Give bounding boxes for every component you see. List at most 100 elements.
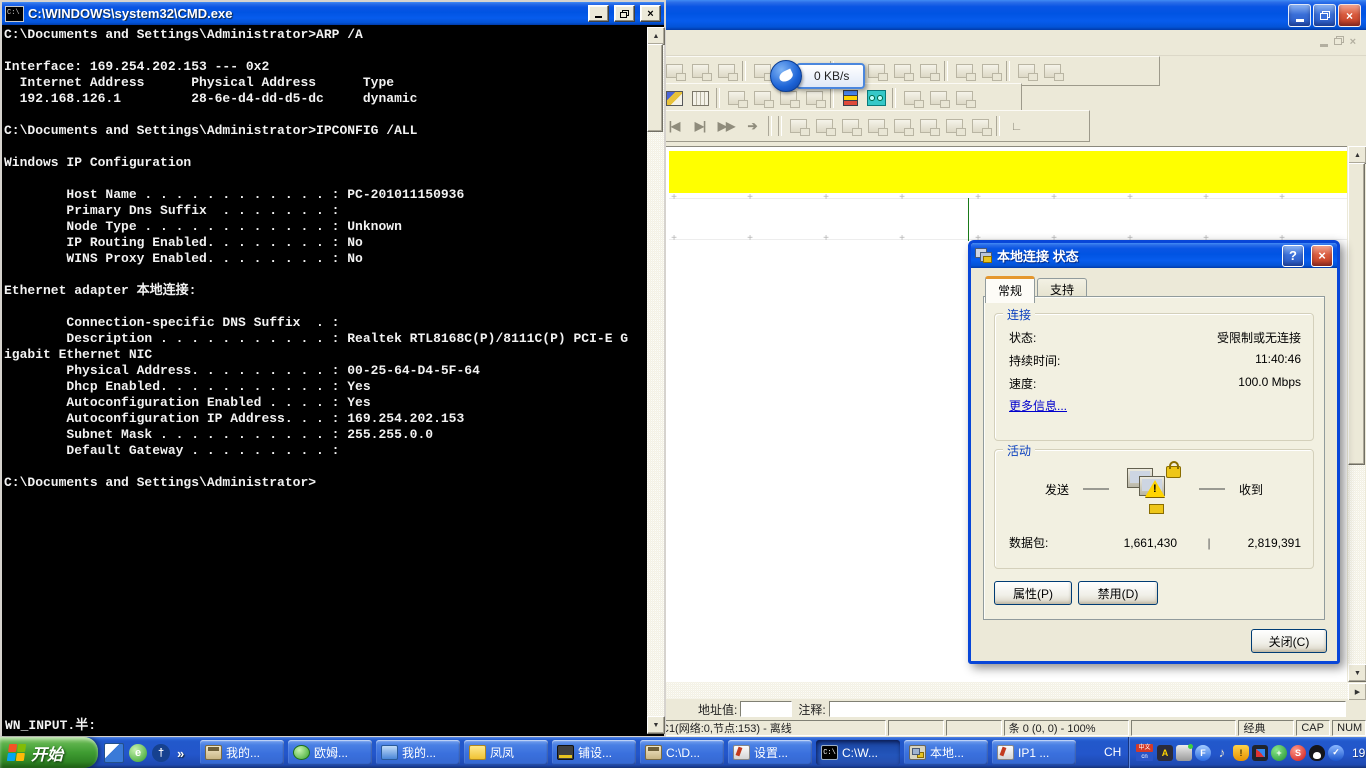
close-button[interactable]: 关闭(C) <box>1251 629 1327 653</box>
task-button-folder-d[interactable]: C:\D... <box>640 740 724 765</box>
scroll-down-button[interactable]: ▼ <box>1348 664 1366 682</box>
task-button-omron[interactable]: 欧姆... <box>288 740 372 765</box>
task-button-my-docs[interactable]: 我的... <box>200 740 284 765</box>
toolbar-icon[interactable] <box>811 116 837 137</box>
console-output[interactable]: C:\Documents and Settings\Administrator>… <box>4 27 644 491</box>
sogou-input-icon[interactable]: S <box>1290 745 1306 761</box>
task-button-layout[interactable]: 铺设... <box>552 740 636 765</box>
start-button[interactable]: 开始 <box>0 737 98 768</box>
toolbar-icon[interactable] <box>785 116 811 137</box>
quick-launch-browser-icon[interactable]: e <box>129 744 147 762</box>
cmd-scrollbar[interactable]: ▲ ▼ <box>647 27 664 734</box>
download-manager-icon[interactable]: ✓ <box>1328 745 1344 761</box>
monitor-view-icon[interactable] <box>863 88 889 109</box>
cmd-minimize-button[interactable] <box>588 5 609 22</box>
task-button-my-computer[interactable]: 我的... <box>376 740 460 765</box>
toolbar-icon[interactable] <box>863 116 889 137</box>
cmd-scroll-down-button[interactable]: ▼ <box>647 716 665 734</box>
sent-label: 发送 <box>1045 481 1069 498</box>
mdi-minimize-icon[interactable] <box>1320 44 1328 47</box>
task-button-local-connection[interactable]: 本地... <box>904 740 988 765</box>
run-fast-icon[interactable]: ▶▶ <box>713 116 739 137</box>
highlighted-network-row[interactable] <box>669 151 1347 193</box>
toolbar-icon[interactable] <box>951 61 977 82</box>
run-to-end-icon[interactable]: ➔ <box>739 116 765 137</box>
vertical-scroll-thumb[interactable] <box>1348 163 1365 465</box>
toolbar-icon[interactable] <box>977 61 1003 82</box>
cmd-restore-button[interactable] <box>614 5 635 22</box>
volume-icon[interactable]: ♪ <box>1214 745 1230 761</box>
toolbar-icon[interactable] <box>1013 61 1039 82</box>
language-indicator[interactable]: CH <box>1104 745 1121 759</box>
security-shield-icon[interactable]: ! <box>1233 745 1249 761</box>
scroll-up-button[interactable]: ▲ <box>1348 146 1366 164</box>
step-out-icon[interactable]: ▶| <box>687 116 713 137</box>
app-close-button[interactable]: × <box>1338 4 1361 27</box>
mdi-close-icon[interactable]: × <box>1350 36 1356 48</box>
close-icon: × <box>1346 9 1353 23</box>
speed-monitor-widget[interactable]: 0 KB/s <box>770 60 865 92</box>
comment-input[interactable] <box>829 701 1346 717</box>
toolbar-separator <box>1006 61 1010 81</box>
soft-keyboard-icon[interactable] <box>1176 745 1192 761</box>
toolbar-icon[interactable] <box>687 61 713 82</box>
mdi-window-controls: × <box>1320 36 1356 48</box>
toolbar-icon[interactable] <box>1039 61 1065 82</box>
cmd-scroll-thumb[interactable] <box>647 44 663 132</box>
task-button-cmd[interactable]: C:\ C:\W... <box>816 740 900 765</box>
toolbar-icon[interactable] <box>941 116 967 137</box>
properties-button[interactable]: 属性(P) <box>994 581 1072 605</box>
toolbar-icon[interactable] <box>925 88 951 109</box>
dialog-close-button[interactable]: × <box>1311 245 1333 267</box>
dialog-help-button[interactable]: ? <box>1282 245 1304 267</box>
toolbar-icon[interactable] <box>889 116 915 137</box>
qq-icon[interactable] <box>1309 745 1325 761</box>
cmd-titlebar[interactable]: C:\ C:\WINDOWS\system32\CMD.exe × <box>2 2 664 25</box>
ocr-tool-icon[interactable]: A <box>1157 745 1173 761</box>
app-minimize-button[interactable] <box>1288 4 1311 27</box>
cmd-window[interactable]: C:\ C:\WINDOWS\system32\CMD.exe × C:\Doc… <box>0 0 666 738</box>
quick-launch-media-icon[interactable] <box>104 743 124 763</box>
tab-general[interactable]: 常规 <box>985 276 1035 303</box>
task-button-notes[interactable]: 凤凤 <box>464 740 548 765</box>
app-restore-button[interactable] <box>1313 4 1336 27</box>
cmd-scroll-up-button[interactable]: ▲ <box>647 27 665 45</box>
toolbar-icon[interactable] <box>915 61 941 82</box>
quick-launch-overflow-chevron[interactable]: » <box>177 746 184 761</box>
toolbar-icon[interactable] <box>951 88 977 109</box>
duration-value: 11:40:46 <box>1255 352 1301 369</box>
toolbar-icon[interactable] <box>967 116 993 137</box>
toolbar-icon[interactable] <box>915 116 941 137</box>
address-input[interactable] <box>740 701 792 717</box>
task-button-ip1[interactable]: IP1 ... <box>992 740 1076 765</box>
horizontal-scrollbar[interactable] <box>661 682 1348 699</box>
vertical-scrollbar[interactable]: ▲ ▼ <box>1348 146 1365 682</box>
branch-icon[interactable]: ∟ <box>1003 116 1029 137</box>
more-info-link[interactable]: 更多信息... <box>995 395 1079 414</box>
toolbar-icon[interactable] <box>889 61 915 82</box>
toolbar-icon[interactable] <box>837 116 863 137</box>
toolbar-icon[interactable] <box>899 88 925 109</box>
plug-icon <box>1149 504 1164 514</box>
windows-logo-icon <box>7 744 26 761</box>
cmd-close-button[interactable]: × <box>640 5 661 22</box>
task-button-settings[interactable]: 设置... <box>728 740 812 765</box>
quick-launch-anchor-icon[interactable]: † <box>152 744 170 762</box>
minimize-icon <box>595 16 602 18</box>
mdi-restore-icon[interactable] <box>1334 36 1344 45</box>
toolbar-icon[interactable] <box>713 61 739 82</box>
toolbar-icon[interactable] <box>723 88 749 109</box>
status-connection: C1(网络:0,节点:153) - 离线 <box>656 720 886 736</box>
grid-table-icon[interactable] <box>687 88 713 109</box>
ime-language-badge[interactable]: 中文 cn <box>1136 744 1153 761</box>
dialog-titlebar[interactable]: 本地连接 状态 ? × <box>971 243 1337 268</box>
disable-button[interactable]: 禁用(D) <box>1078 581 1158 605</box>
antivirus-icon[interactable]: + <box>1271 745 1287 761</box>
toolbar-separator <box>768 116 772 136</box>
taskbar-clock[interactable]: 19:28 <box>1352 746 1366 760</box>
ime-badge-bottom: cn <box>1136 753 1153 761</box>
toolbar-icon[interactable] <box>863 61 889 82</box>
messenger-icon[interactable]: F <box>1195 745 1211 761</box>
scroll-right-button[interactable]: ▶ <box>1348 683 1366 701</box>
display-network-icon[interactable] <box>1252 745 1268 761</box>
